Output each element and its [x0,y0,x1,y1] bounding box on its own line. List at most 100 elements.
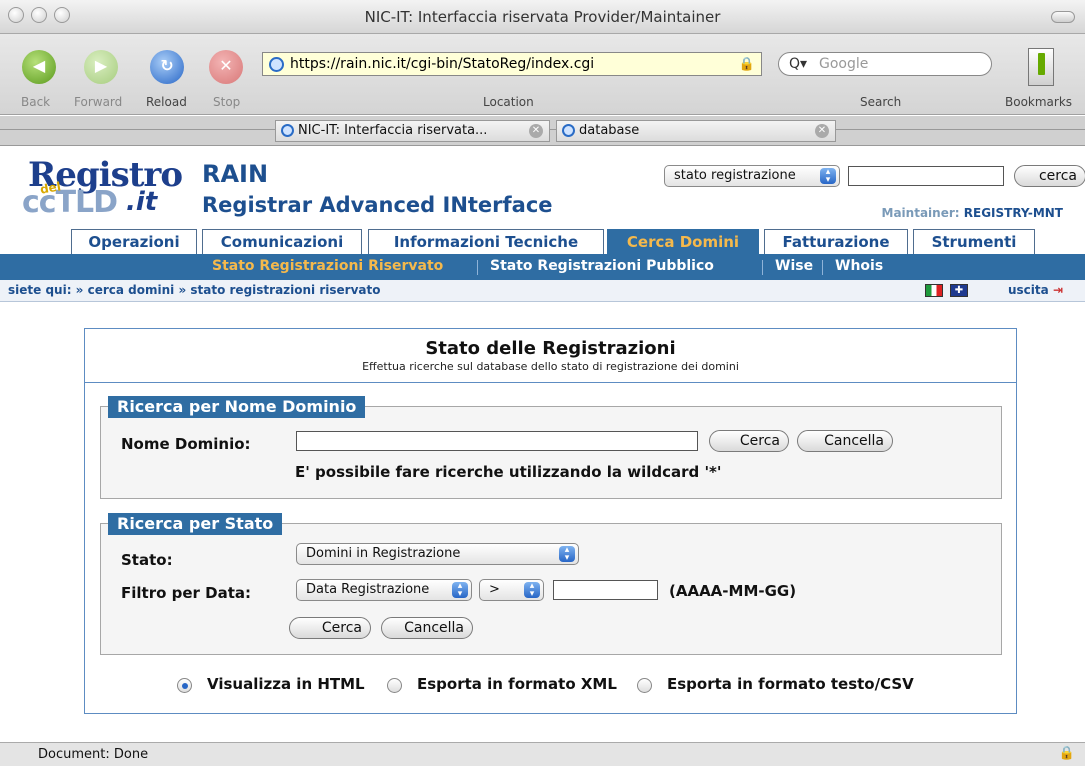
back-button[interactable]: ◀ [22,50,56,84]
logo-cctld: ccTLD [22,185,118,220]
url-bar[interactable]: https://rain.nic.it/cgi-bin/StatoReg/ind… [262,52,762,76]
app-subtitle: Registrar Advanced INterface [202,193,553,217]
close-tab-icon[interactable]: ✕ [815,124,829,138]
italian-flag-icon[interactable] [925,284,943,297]
logout-label: uscita [1008,283,1049,297]
radio-xml-label[interactable]: Esporta in formato XML [417,675,617,693]
radio-xml[interactable] [387,678,402,693]
status-text: Document: Done [38,747,149,762]
date-filter-select[interactable]: Data Registrazione ▴ ▾ [296,579,472,601]
select-arrows-icon: ▴ ▾ [559,546,575,563]
tab-comunicazioni[interactable]: Comunicazioni [202,229,362,255]
logout-link[interactable]: uscita ⇥ [1008,283,1063,297]
breadcrumb: siete qui: » cerca domini » stato regist… [0,280,1085,302]
select-arrows-icon: ▴ ▾ [524,582,540,599]
domain-cancel-button[interactable]: Cancella [797,430,893,452]
status-bar: Document: Done 🔒 [0,742,1085,766]
location-label: Location [483,95,534,109]
main-tabs: Operazioni Comunicazioni Informazioni Te… [0,226,1085,255]
maintainer-info: Maintainer: REGISTRY-MNT [882,206,1063,220]
subnav-separator [762,260,763,275]
panel-title: Stato delle Registrazioni [425,338,676,359]
app-title: RAIN [202,160,269,188]
tab-fatturazione[interactable]: Fatturazione [764,229,908,255]
forward-button[interactable]: ▶ [84,50,118,84]
date-filter-value: Data Registrazione [306,582,430,597]
state-cancel-button[interactable]: Cancella [381,617,473,639]
search-placeholder: Google [819,56,869,72]
bookmarks-button[interactable] [1028,48,1054,86]
window-title: NIC-IT: Interfaccia riservata Provider/M… [364,8,721,26]
subnav-stato-pubblico[interactable]: Stato Registrazioni Pubblico [490,258,714,274]
select-arrows-icon: ▴ ▾ [820,168,836,185]
lock-icon: 🔒 [738,57,755,72]
maintainer-label: Maintainer: [881,206,960,220]
wildcard-hint: E' possibile fare ricerche utilizzando l… [295,463,722,481]
globe-icon [562,124,575,137]
toolbar-toggle-button[interactable] [1051,11,1075,23]
radio-csv-label[interactable]: Esporta in formato testo/CSV [667,675,914,693]
radio-csv[interactable] [637,678,652,693]
stop-button[interactable]: ✕ [209,50,243,84]
subnav-whois[interactable]: Whois [835,258,883,274]
exit-door-icon: ⇥ [1052,283,1063,297]
bookmarks-label: Bookmarks [1005,95,1073,109]
panel-header: Stato delle Registrazioni Effettua ricer… [85,329,1016,383]
logo-it: .it [126,187,158,217]
back-label: Back [21,95,51,109]
state-search-button[interactable]: Cerca [289,617,371,639]
header-search-select[interactable]: stato registrazione ▴ ▾ [664,165,840,187]
header-search-input[interactable] [848,166,1004,186]
stop-icon: ✕ [219,56,233,75]
subnav-separator [822,260,823,275]
domain-search-legend: Ricerca per Nome Dominio [108,396,366,418]
subnav-stato-riservato[interactable]: Stato Registrazioni Riservato [212,258,443,274]
english-flag-icon[interactable]: ✚ [950,284,968,297]
domain-search-button[interactable]: Cerca [709,430,789,452]
domain-name-input[interactable] [296,431,698,451]
date-input[interactable] [553,580,658,600]
operator-select[interactable]: > ▴ ▾ [479,579,544,601]
tab-label: database [579,123,640,138]
tab-rain[interactable]: NIC-IT: Interfaccia riservata... ✕ [275,120,550,142]
tab-informazioni-tecniche[interactable]: Informazioni Tecniche [368,229,604,255]
subnav-separator [477,260,478,275]
state-select-value: Domini in Registrazione [306,546,461,561]
search-field[interactable]: Q▾ Google [778,52,992,76]
url-text: https://rain.nic.it/cgi-bin/StatoReg/ind… [290,56,595,72]
reload-button[interactable]: ↻ [150,50,184,84]
header-search-button[interactable]: cerca [1014,165,1085,187]
reload-label: Reload [146,95,187,109]
header-search-select-value: stato registrazione [674,168,796,183]
forward-arrow-icon: ▶ [94,56,108,75]
tab-cerca-domini[interactable]: Cerca Domini [607,229,759,255]
stop-label: Stop [213,95,241,109]
search-engine-icon[interactable]: Q▾ [789,56,807,72]
globe-icon [281,124,294,137]
tab-operazioni[interactable]: Operazioni [71,229,197,255]
select-arrows-icon: ▴ ▾ [452,582,468,599]
tab-database[interactable]: database ✕ [556,120,836,142]
panel-subtitle: Effettua ricerche sul database dello sta… [362,360,739,373]
sub-navigation: Stato Registrazioni Riservato Stato Regi… [0,254,1085,280]
secure-lock-icon[interactable]: 🔒 [1059,746,1075,761]
tab-label: NIC-IT: Interfaccia riservata... [298,123,488,138]
bookmark-icon [1038,53,1045,75]
state-label: Stato: [121,551,173,569]
search-label: Search [860,95,902,109]
close-tab-icon[interactable]: ✕ [529,124,543,138]
search-panel: Stato delle Registrazioni Effettua ricer… [84,328,1017,714]
breadcrumb-text[interactable]: siete qui: » cerca domini » stato regist… [8,283,380,297]
tab-bar: NIC-IT: Interfaccia riservata... ✕ datab… [0,116,1085,146]
state-select[interactable]: Domini in Registrazione ▴ ▾ [296,543,579,565]
date-format-hint: (AAAA-MM-GG) [669,582,797,600]
tab-strumenti[interactable]: Strumenti [913,229,1035,255]
state-search-legend: Ricerca per Stato [108,513,283,535]
radio-html[interactable] [177,678,192,693]
subnav-wise[interactable]: Wise [775,258,813,274]
browser-toolbar: ◀ ▶ ↻ ✕ Back Forward Reload Stop https:/… [0,34,1085,115]
site-icon [269,57,284,72]
radio-html-label[interactable]: Visualizza in HTML [207,675,365,693]
date-filter-label: Filtro per Data: [121,584,252,602]
reload-icon: ↻ [160,56,174,75]
